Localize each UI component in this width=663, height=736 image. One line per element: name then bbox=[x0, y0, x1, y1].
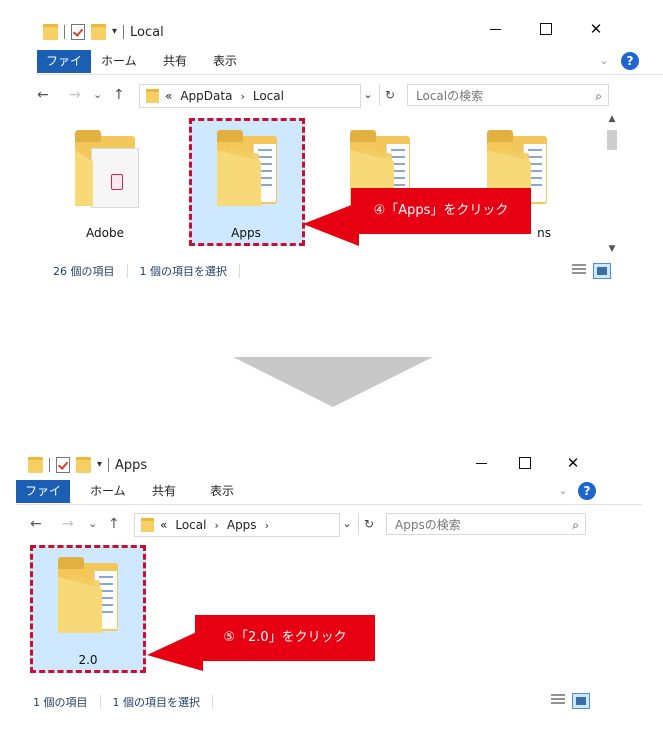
breadcrumb-appdata[interactable]: AppData bbox=[180, 89, 232, 103]
recent-locations-button[interactable]: ⌄ bbox=[93, 87, 102, 103]
address-dropdown-icon[interactable]: ⌄ bbox=[359, 84, 377, 106]
scroll-up-icon[interactable]: ▲ bbox=[605, 112, 619, 126]
quick-access-toolbar: ▾ Apps bbox=[28, 455, 147, 475]
help-icon[interactable]: ? bbox=[578, 482, 596, 500]
large-icons-view-icon[interactable] bbox=[593, 263, 611, 279]
item-count: 26 個の項目 bbox=[53, 265, 115, 278]
toolbar-divider bbox=[123, 25, 125, 39]
recent-locations-button[interactable]: ⌄ bbox=[88, 516, 97, 532]
address-bar[interactable]: « Local › Apps › bbox=[134, 513, 340, 537]
tab-share[interactable]: 共有 bbox=[142, 480, 186, 503]
item-count: 1 個の項目 bbox=[33, 696, 88, 709]
explorer-window-apps: ▾ Apps ファイル ホーム 共有 表示 ⌄ ? ← → ⌄ ↑ « Loca… bbox=[0, 445, 642, 736]
breadcrumb-separator-icon[interactable]: › bbox=[240, 90, 244, 103]
search-input[interactable]: Localの検索 ⌕ bbox=[407, 84, 609, 106]
selection-count: 1 個の項目を選択 bbox=[139, 265, 228, 278]
tab-share[interactable]: 共有 bbox=[153, 50, 197, 73]
new-folder-icon[interactable] bbox=[91, 24, 106, 40]
breadcrumb-apps[interactable]: Apps bbox=[227, 518, 257, 532]
breadcrumb-overflow[interactable]: « bbox=[165, 89, 172, 103]
adobe-badge-icon bbox=[111, 174, 123, 190]
title-bar: ▾ Local bbox=[23, 0, 663, 48]
view-toggle bbox=[550, 693, 590, 709]
view-toggle bbox=[571, 263, 611, 279]
properties-icon[interactable] bbox=[56, 457, 70, 473]
search-placeholder: Localの検索 bbox=[416, 89, 484, 103]
folder-label-adobe[interactable]: Adobe bbox=[50, 226, 160, 240]
breadcrumb-separator-icon[interactable]: › bbox=[214, 519, 218, 532]
refresh-button[interactable]: ↻ bbox=[379, 84, 400, 106]
folder-label-apps[interactable]: Apps bbox=[191, 226, 301, 240]
navigation-bar: ← → ⌄ ↑ « Local › Apps › ⌄ ↻ Appsの検索 ⌕ bbox=[30, 511, 656, 539]
search-icon[interactable]: ⌕ bbox=[595, 85, 602, 107]
instruction-callout-step4: ④「Apps」をクリック bbox=[351, 188, 531, 234]
close-button[interactable] bbox=[565, 455, 581, 471]
customize-dropdown-icon[interactable]: ▾ bbox=[97, 460, 102, 470]
selection-count: 1 個の項目を選択 bbox=[112, 696, 201, 709]
minimize-button[interactable] bbox=[474, 455, 490, 471]
status-bar: 1 個の項目 1 個の項目を選択 bbox=[33, 694, 213, 710]
maximize-button[interactable] bbox=[538, 21, 554, 37]
instruction-callout-step5: ⑤「2.0」をクリック bbox=[195, 615, 375, 661]
vertical-scrollbar[interactable]: ▲ ▼ bbox=[605, 112, 619, 256]
ribbon-expand-chevron-icon[interactable]: ⌄ bbox=[597, 54, 611, 68]
search-icon[interactable]: ⌕ bbox=[572, 514, 579, 536]
large-icons-view-icon[interactable] bbox=[572, 693, 590, 709]
close-button[interactable] bbox=[588, 21, 604, 37]
properties-icon[interactable] bbox=[71, 24, 85, 40]
details-view-icon[interactable] bbox=[550, 693, 566, 707]
folder-2-0-icon[interactable] bbox=[58, 557, 118, 633]
toolbar-divider bbox=[49, 458, 50, 472]
maximize-button[interactable] bbox=[517, 455, 533, 471]
tab-file[interactable]: ファイル bbox=[37, 50, 91, 91]
toolbar-divider bbox=[108, 458, 110, 472]
forward-button[interactable]: → bbox=[69, 87, 81, 103]
tab-view[interactable]: 表示 bbox=[203, 50, 247, 73]
up-button[interactable]: ↑ bbox=[108, 516, 120, 532]
forward-button[interactable]: → bbox=[62, 516, 74, 532]
tab-view[interactable]: 表示 bbox=[200, 480, 244, 503]
toolbar-divider bbox=[64, 25, 65, 39]
breadcrumb-separator-icon[interactable]: › bbox=[265, 519, 269, 532]
ribbon-expand-chevron-icon[interactable]: ⌄ bbox=[556, 484, 570, 498]
help-icon[interactable]: ? bbox=[621, 52, 639, 70]
scroll-down-icon[interactable]: ▼ bbox=[605, 242, 619, 256]
navigation-bar: ← → ⌄ ↑ « AppData › Local ⌄ ↻ Localの検索 ⌕ bbox=[37, 82, 663, 110]
folder-icon bbox=[141, 518, 154, 532]
customize-dropdown-icon[interactable]: ▾ bbox=[112, 27, 117, 37]
tab-home[interactable]: ホーム bbox=[91, 50, 147, 73]
scroll-thumb[interactable] bbox=[607, 130, 617, 150]
tab-file[interactable]: ファイル bbox=[16, 480, 70, 521]
breadcrumb-local[interactable]: Local bbox=[175, 518, 206, 532]
folder-icon bbox=[28, 457, 43, 473]
details-view-icon[interactable] bbox=[571, 263, 587, 277]
search-input[interactable]: Appsの検索 ⌕ bbox=[386, 513, 586, 535]
address-bar[interactable]: « AppData › Local bbox=[139, 84, 361, 108]
ribbon-tabs: ファイル ホーム 共有 表示 ⌄ ? bbox=[37, 50, 663, 91]
window-title: Local bbox=[130, 24, 164, 40]
back-button[interactable]: ← bbox=[37, 87, 49, 103]
folder-apps-icon[interactable] bbox=[217, 130, 277, 206]
window-title: Apps bbox=[115, 457, 148, 473]
folder-adobe-icon[interactable] bbox=[75, 130, 139, 208]
breadcrumb-overflow[interactable]: « bbox=[160, 518, 167, 532]
status-bar: 26 個の項目 1 個の項目を選択 bbox=[53, 263, 240, 279]
step-arrow-down-icon bbox=[233, 357, 433, 407]
quick-access-toolbar: ▾ Local bbox=[43, 22, 164, 42]
refresh-button[interactable]: ↻ bbox=[358, 513, 379, 535]
back-button[interactable]: ← bbox=[30, 516, 42, 532]
minimize-button[interactable] bbox=[488, 21, 504, 37]
address-dropdown-icon[interactable]: ⌄ bbox=[338, 513, 356, 535]
ribbon-tabs: ファイル ホーム 共有 表示 ⌄ ? bbox=[16, 480, 642, 521]
folder-icon bbox=[146, 89, 159, 103]
up-button[interactable]: ↑ bbox=[113, 87, 125, 103]
tab-home[interactable]: ホーム bbox=[80, 480, 136, 503]
folder-label-2-0[interactable]: 2.0 bbox=[33, 653, 143, 667]
new-folder-icon[interactable] bbox=[76, 457, 91, 473]
search-placeholder: Appsの検索 bbox=[395, 518, 461, 532]
breadcrumb-local[interactable]: Local bbox=[253, 89, 284, 103]
folder-icon bbox=[43, 24, 58, 40]
